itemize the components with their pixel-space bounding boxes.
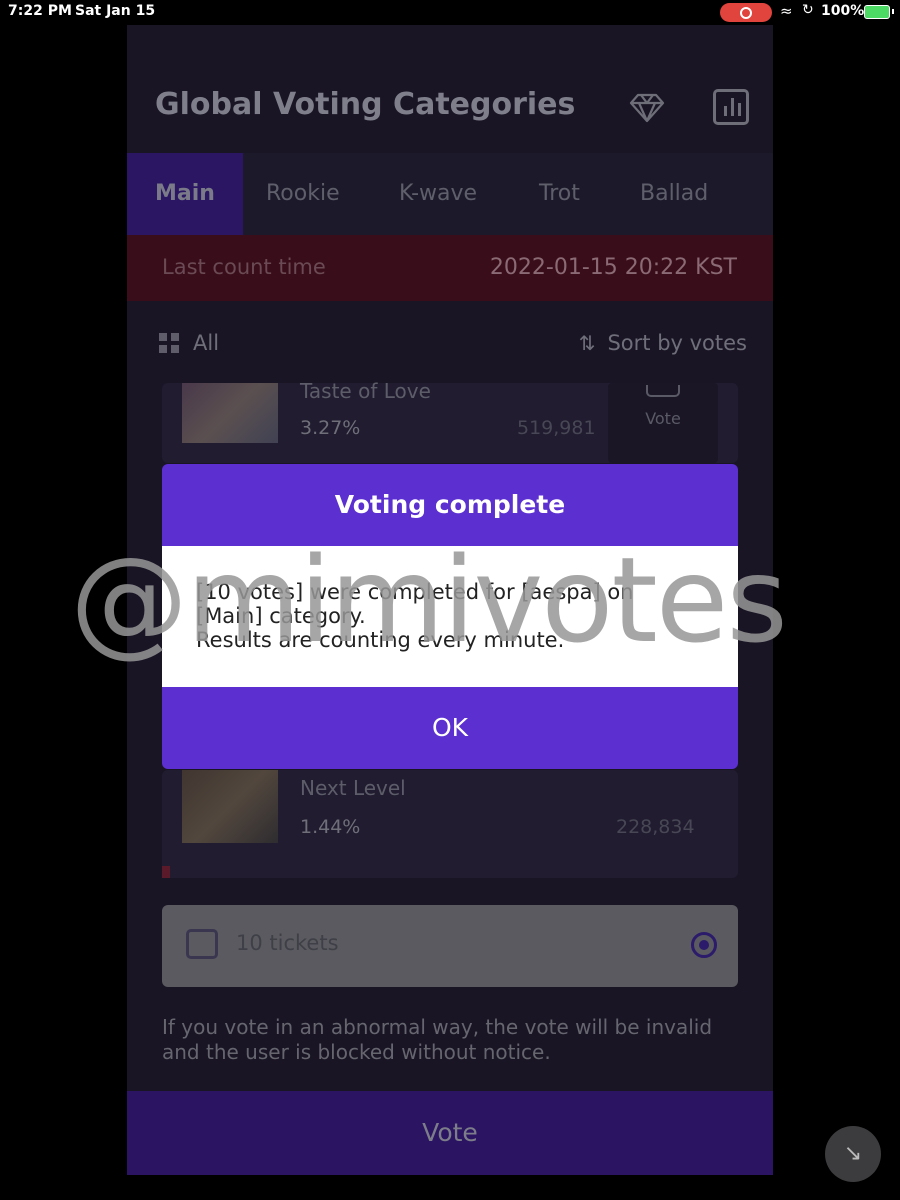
vote-button[interactable]: Vote: [608, 383, 718, 463]
watermark: @mimivotes: [70, 531, 788, 669]
sort-label: Sort by votes: [607, 331, 747, 355]
vote-count: 228,834: [616, 816, 695, 838]
vote-count: 519,981: [517, 417, 596, 439]
ok-button[interactable]: OK: [162, 687, 738, 769]
filter-all-label: All: [193, 331, 220, 355]
filter-bar: All ⇅ Sort by votes: [127, 301, 773, 383]
minimize-icon[interactable]: ↘: [825, 1126, 881, 1182]
vote-percent: 3.27%: [300, 417, 361, 439]
status-date: Sat Jan 15: [75, 3, 156, 19]
battery-percent: 100%: [821, 3, 865, 19]
status-bar: 7:22 PM Sat Jan 15 ≈ ↻ 100%: [0, 0, 900, 24]
song-title: Taste of Love: [300, 379, 431, 403]
ticket-label: 10 tickets: [236, 931, 339, 955]
list-item[interactable]: Next Level 1.44% 228,834: [162, 770, 738, 878]
album-art: [182, 770, 278, 843]
screen-recording-icon[interactable]: [720, 3, 772, 22]
category-tabs: Main Rookie K-wave Trot Ballad: [127, 153, 773, 235]
page-title: Global Voting Categories: [155, 87, 576, 122]
album-art: [182, 383, 278, 443]
battery-icon: [864, 5, 894, 19]
tab-k-wave[interactable]: K-wave: [399, 153, 477, 235]
chart-icon[interactable]: [713, 89, 749, 125]
tab-main[interactable]: Main: [127, 153, 243, 235]
grid-icon: [159, 333, 179, 353]
status-time: 7:22 PM: [8, 3, 72, 19]
song-title: Next Level: [300, 776, 406, 800]
wifi-icon: ≈: [780, 2, 793, 20]
check-icon: [646, 385, 680, 397]
diamond-icon[interactable]: [629, 89, 665, 125]
vote-button-label: Vote: [645, 409, 681, 428]
tab-rookie[interactable]: Rookie: [266, 153, 340, 235]
sliders-icon: ⇅: [578, 331, 596, 355]
tab-ballad[interactable]: Ballad: [640, 153, 708, 235]
tab-trot[interactable]: Trot: [539, 153, 580, 235]
count-time: 2022-01-15 20:22 KST: [489, 255, 737, 280]
vote-percent: 1.44%: [300, 816, 361, 838]
notice-text: If you vote in an abnormal way, the vote…: [162, 1015, 713, 1064]
count-label: Last count time: [162, 255, 326, 279]
progress-bar: [162, 866, 170, 878]
sort-button[interactable]: ⇅ Sort by votes: [579, 331, 747, 355]
filter-all-button[interactable]: All: [159, 331, 219, 355]
vote-submit-button[interactable]: Vote: [127, 1091, 773, 1175]
radio-selected[interactable]: [691, 932, 717, 958]
list-item[interactable]: Taste of Love 3.27% 519,981 Vote: [162, 379, 738, 463]
ticket-icon: [186, 929, 218, 959]
count-bar: Last count time 2022-01-15 20:22 KST: [127, 235, 773, 301]
rotation-lock-icon: ↻: [802, 2, 814, 18]
ticket-option[interactable]: 10 tickets: [162, 905, 738, 987]
app-header: Global Voting Categories: [127, 25, 773, 153]
